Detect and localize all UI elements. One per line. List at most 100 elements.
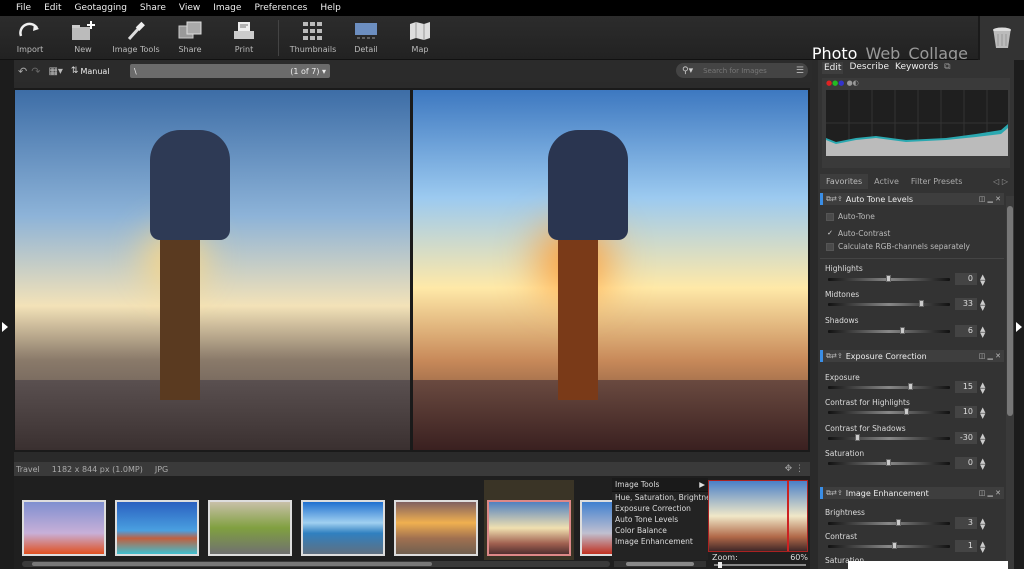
- histogram: [826, 90, 1008, 156]
- menu-edit[interactable]: Edit: [44, 3, 61, 13]
- sort-mode-label[interactable]: Manual: [80, 67, 109, 76]
- image-tools-button[interactable]: Image Tools: [108, 18, 164, 54]
- menu-preferences[interactable]: Preferences: [254, 3, 307, 13]
- thumbnails-button[interactable]: Thumbnails: [285, 18, 341, 54]
- thumbnail[interactable]: Brooklyn bridge skyline: [115, 500, 199, 556]
- section-tool-icons[interactable]: ⧉⇄⇪: [826, 489, 843, 498]
- value-field[interactable]: 0: [955, 273, 977, 285]
- slider-contrast[interactable]: [828, 542, 950, 549]
- spinner-icon[interactable]: ▲ ▼: [980, 541, 985, 554]
- tab-keywords[interactable]: Keywords: [895, 62, 938, 74]
- map-button[interactable]: Map: [392, 18, 448, 54]
- thumbnail[interactable]: Woman in red dress Paris: [22, 500, 106, 556]
- slider-highlights[interactable]: [828, 275, 950, 282]
- section-window-controls[interactable]: ◫ ▁ ✕: [979, 489, 1004, 497]
- slider-midtones[interactable]: [828, 300, 950, 307]
- expand-right-arrow-icon[interactable]: [1016, 322, 1022, 332]
- filmstrip-scrollbar[interactable]: [22, 561, 610, 567]
- popup-item-hsb[interactable]: Hue, Saturation, Brightness: [612, 492, 708, 503]
- menu-share[interactable]: Share: [140, 3, 166, 13]
- redo-icon[interactable]: ↷: [31, 65, 40, 78]
- thumbnail[interactable]: Boat on beach sunset: [394, 500, 478, 556]
- thumbnail[interactable]: Lifeguard tower: [580, 500, 614, 556]
- popup-arrow-icon[interactable]: ▶: [699, 480, 705, 489]
- panel-detach-icon[interactable]: ⧉: [944, 62, 950, 74]
- tab-describe[interactable]: Describe: [849, 62, 889, 74]
- original-image[interactable]: [15, 90, 410, 450]
- section-tool-icons[interactable]: ⧉⇄⇪: [826, 352, 843, 361]
- menu-geotagging[interactable]: Geotagging: [75, 3, 127, 13]
- value-field[interactable]: 15: [955, 381, 977, 393]
- section-window-controls[interactable]: ◫ ▁ ✕: [979, 195, 1004, 203]
- menu-image[interactable]: Image: [213, 3, 241, 13]
- menu-help[interactable]: Help: [320, 3, 341, 13]
- spinner-icon[interactable]: ▲ ▼: [980, 407, 985, 420]
- spinner-icon[interactable]: ▲ ▼: [980, 382, 985, 395]
- spinner-icon[interactable]: ▲ ▼: [980, 518, 985, 531]
- thumbnail[interactable]: Cyclist on road: [208, 500, 292, 556]
- value-field[interactable]: 0: [955, 457, 977, 469]
- section-image-enhancement[interactable]: ⧉⇄⇪ Image Enhancement ◫ ▁ ✕: [820, 487, 1004, 499]
- tab-nav-arrows-icon[interactable]: ◁ ▷: [987, 174, 1014, 189]
- slider-saturation[interactable]: [828, 459, 950, 466]
- right-panel-tabs: Edit Describe Keywords ⧉: [818, 62, 951, 74]
- zoom-slider[interactable]: [714, 562, 806, 568]
- edited-image[interactable]: [413, 90, 808, 450]
- sort-icon[interactable]: ⇅: [71, 66, 79, 76]
- menu-view[interactable]: View: [179, 3, 200, 13]
- search-input[interactable]: ⚲▾ Search for Images ☰: [676, 63, 808, 78]
- search-placeholder: Search for Images: [703, 66, 767, 75]
- detail-button[interactable]: Detail: [338, 18, 394, 54]
- menu-file[interactable]: File: [16, 3, 31, 13]
- value-field[interactable]: 10: [955, 406, 977, 418]
- tab-edit[interactable]: Edit: [822, 62, 844, 74]
- slider-shadows[interactable]: [828, 327, 950, 334]
- share-button[interactable]: Share: [162, 18, 218, 54]
- channel-toggle-icons[interactable]: ●●● ●◐: [826, 79, 859, 87]
- spinner-icon[interactable]: ▲ ▼: [980, 299, 985, 312]
- section-exposure-correction[interactable]: ⧉⇄⇪ Exposure Correction ◫ ▁ ✕: [820, 350, 1004, 362]
- fit-and-split-icons[interactable]: ✥ ⋮: [785, 464, 804, 474]
- view-grid-dropdown-icon[interactable]: ▦▾: [48, 66, 62, 77]
- checkbox-rgb-separately[interactable]: Calculate RGB-channels separately: [826, 242, 970, 251]
- checkbox-auto-contrast[interactable]: ✓ Auto-Contrast: [826, 229, 890, 238]
- popup-item-enhancement[interactable]: Image Enhancement: [612, 536, 708, 547]
- spinner-icon[interactable]: ▲ ▼: [980, 326, 985, 339]
- popup-item-color-balance[interactable]: Color Balance: [612, 525, 708, 536]
- value-field[interactable]: 3: [955, 517, 977, 529]
- menu-lines-icon[interactable]: ☰: [796, 66, 804, 76]
- value-field[interactable]: -30: [955, 432, 977, 444]
- new-button[interactable]: New: [55, 18, 111, 54]
- spinner-icon[interactable]: ▲ ▼: [980, 458, 985, 471]
- tab-filter-presets[interactable]: Filter Presets: [905, 174, 968, 189]
- tab-active[interactable]: Active: [868, 174, 905, 189]
- navigator-preview[interactable]: [708, 480, 808, 552]
- value-field[interactable]: 33: [955, 298, 977, 310]
- checkbox-auto-tone[interactable]: Auto-Tone: [826, 212, 875, 221]
- spinner-icon[interactable]: ▲ ▼: [980, 274, 985, 287]
- expand-left-arrow-icon[interactable]: [2, 322, 8, 332]
- spinner-icon[interactable]: ▲ ▼: [980, 433, 985, 446]
- tab-favorites[interactable]: Favorites: [820, 173, 869, 189]
- value-field[interactable]: 6: [955, 325, 977, 337]
- popup-item-auto-tone[interactable]: Auto Tone Levels: [612, 514, 708, 525]
- slider-brightness[interactable]: [828, 519, 950, 526]
- slider-label: Highlights: [825, 264, 863, 273]
- slider-contrast-highlights[interactable]: [828, 408, 950, 415]
- popup-item-exposure[interactable]: Exposure Correction: [612, 503, 708, 514]
- right-panel-scrollbar[interactable]: [1006, 196, 1014, 569]
- section-tool-icons[interactable]: ⧉⇄⇪: [826, 195, 843, 204]
- section-window-controls[interactable]: ◫ ▁ ✕: [979, 352, 1004, 360]
- section-auto-tone-levels[interactable]: ⧉⇄⇪ Auto Tone Levels ◫ ▁ ✕: [820, 193, 1004, 205]
- path-dropdown[interactable]: \ (1 of 7) ▾: [130, 64, 330, 78]
- value-field[interactable]: 1: [955, 540, 977, 552]
- print-button[interactable]: Print: [216, 18, 272, 54]
- undo-icon[interactable]: ↶: [18, 65, 27, 78]
- import-button[interactable]: Import: [2, 18, 58, 54]
- thumbnail[interactable]: Lake pier sunrise: [301, 500, 385, 556]
- popup-scrollbar[interactable]: [614, 561, 706, 567]
- thumbnail-selected[interactable]: Hiker sunrise (selected): [487, 500, 571, 556]
- slider-contrast-shadows[interactable]: [828, 434, 950, 441]
- trash-button[interactable]: [978, 16, 1024, 60]
- slider-exposure[interactable]: [828, 383, 950, 390]
